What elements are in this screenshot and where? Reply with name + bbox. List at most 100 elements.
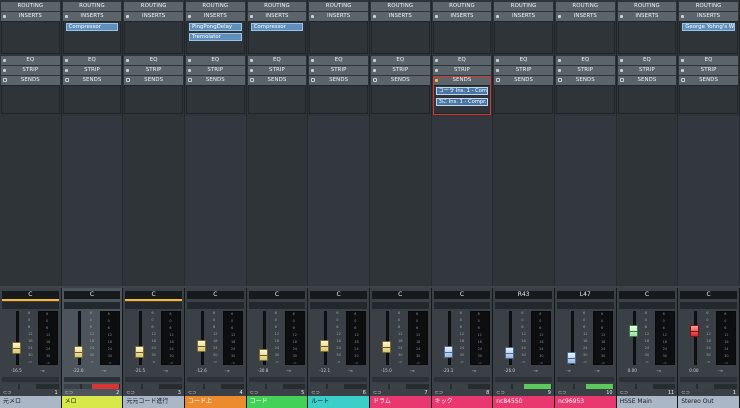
button-segment[interactable] [495,384,512,389]
volume-value[interactable]: 0.00 [628,368,637,373]
sends-header[interactable]: SENDS [1,76,60,85]
record-monitor-row[interactable] [125,384,182,389]
fader-track[interactable] [385,311,389,365]
routing-header[interactable]: ROUTING [124,2,183,11]
toggle-icon[interactable] [681,78,686,82]
toggle-icon[interactable] [126,59,130,62]
pan-control[interactable]: C [186,291,244,299]
inserts-header[interactable]: INSERTS [555,12,615,21]
button-segment[interactable] [680,384,697,389]
volume-value[interactable]: -30.8 [258,368,269,373]
channel-strip[interactable]: R43 6 0 6 12 18 24 30 -∞ 6 0 6 12 18 24 30 -∞ -26.0 -∞ ⊂⊃ 9 n… [493,288,555,408]
mute-solo-row[interactable] [495,377,552,382]
volume-value[interactable]: -22.0 [73,368,84,373]
routing-header[interactable]: ROUTING [432,2,492,11]
button-segment[interactable] [186,384,203,389]
pan-control[interactable]: C [248,291,306,299]
button-segment[interactable] [310,384,327,389]
toggle-icon[interactable] [496,69,500,72]
toggle-icon[interactable] [249,15,253,18]
strip-header[interactable]: STRIP [494,66,553,75]
toggle-icon[interactable] [64,78,69,82]
button-segment[interactable] [451,384,468,389]
routing-header[interactable]: ROUTING [370,2,430,11]
insert-plugin-slot[interactable]: Compressor [65,23,119,31]
insert-plugin-slot[interactable]: Tremolator [188,33,242,41]
toggle-icon[interactable] [249,78,254,82]
eq-header[interactable]: EQ [185,56,245,65]
channel-strip[interactable]: C 6 0 6 12 18 24 30 -∞ 6 0 6 12 18 24 30 -∞ -16.5 -∞ ⊂⊃ 1 元メロ [0,288,62,408]
mute-solo-row[interactable] [618,377,676,382]
eq-header[interactable]: EQ [555,56,615,65]
strip-header[interactable]: STRIP [679,66,738,75]
toggle-icon[interactable] [249,69,253,72]
inserts-header[interactable]: INSERTS [1,12,60,21]
fader-track[interactable] [324,311,328,365]
toggle-icon[interactable] [311,78,316,82]
fader-knob[interactable] [443,346,453,358]
channel-strip[interactable]: C 6 0 6 12 18 24 30 -∞ 6 0 6 12 18 24 30 -∞ -15.0 -∞ ⊂⊃ 7 ドラム [369,288,432,408]
routing-header[interactable]: ROUTING [247,2,307,11]
toggle-icon[interactable] [64,69,68,72]
eq-header[interactable]: EQ [432,56,492,65]
sends-header[interactable]: SENDS [370,76,430,85]
toggle-icon[interactable] [187,78,192,82]
button-segment[interactable] [636,384,653,389]
button-segment[interactable] [618,384,635,389]
toggle-icon[interactable] [557,59,561,62]
button-segment[interactable] [328,384,345,389]
inserts-header[interactable]: INSERTS [494,12,553,21]
toggle-icon[interactable] [619,69,623,72]
channel-name[interactable]: キック [431,396,493,408]
toggle-icon[interactable] [311,69,315,72]
pan-control[interactable]: C [63,291,121,299]
toggle-icon[interactable] [249,59,253,62]
toggle-icon[interactable] [681,15,685,18]
toggle-icon[interactable] [496,15,500,18]
pan-control[interactable]: C [310,291,367,299]
toggle-icon[interactable] [3,69,6,72]
record-monitor-row[interactable] [433,384,491,389]
pan-control[interactable]: C [618,291,676,299]
toggle-icon[interactable] [619,59,623,62]
strip-header[interactable]: STRIP [124,66,183,75]
strip-header[interactable]: STRIP [617,66,677,75]
eq-header[interactable]: EQ [247,56,307,65]
sends-header[interactable]: SENDS [124,76,183,85]
toggle-icon[interactable] [187,59,191,62]
fader-knob[interactable] [135,345,145,358]
button-segment[interactable] [248,384,265,389]
strip-header[interactable]: STRIP [1,66,60,75]
toggle-icon[interactable] [311,59,315,62]
eq-header[interactable]: EQ [62,56,122,65]
toggle-icon[interactable] [3,59,6,62]
automation-row[interactable] [556,302,614,309]
fader-track[interactable] [16,311,19,365]
channel-name[interactable]: コード [246,396,308,408]
volume-value[interactable]: -12.6 [196,368,207,373]
channel-name[interactable]: ドラム [369,396,431,408]
channel-strip[interactable]: C 6 0 6 12 18 24 30 -∞ 6 0 6 12 18 24 30 -∞ -21.5 -∞ ⊂⊃ 3 元元コ… [123,288,185,408]
channel-strip[interactable]: L47 6 0 6 12 18 24 30 -∞ 6 0 6 12 18 24 30 -∞ -∞ -∞ ⊂⊃ 10 nc9… [554,288,617,408]
eq-header[interactable]: EQ [370,56,430,65]
record-monitor-row[interactable] [2,384,59,389]
pan-control[interactable]: C [125,291,182,301]
eq-header[interactable]: EQ [1,56,60,65]
automation-row[interactable] [125,302,182,309]
button-segment[interactable] [2,384,18,389]
volume-value[interactable]: -23.1 [443,368,454,373]
mute-solo-row[interactable] [248,377,306,382]
mute-solo-row[interactable] [186,377,244,382]
mute-solo-row[interactable] [2,377,59,382]
inserts-header[interactable]: INSERTS [309,12,368,21]
routing-header[interactable]: ROUTING [185,2,245,11]
record-monitor-row[interactable] [310,384,367,389]
fader-knob[interactable] [690,325,700,337]
toggle-icon[interactable] [557,69,561,72]
strip-header[interactable]: STRIP [185,66,245,75]
toggle-icon[interactable] [681,59,685,62]
toggle-icon[interactable] [64,59,68,62]
fader-track[interactable] [632,311,636,365]
channel-name[interactable]: ルート [308,396,369,408]
routing-header[interactable]: ROUTING [309,2,368,11]
